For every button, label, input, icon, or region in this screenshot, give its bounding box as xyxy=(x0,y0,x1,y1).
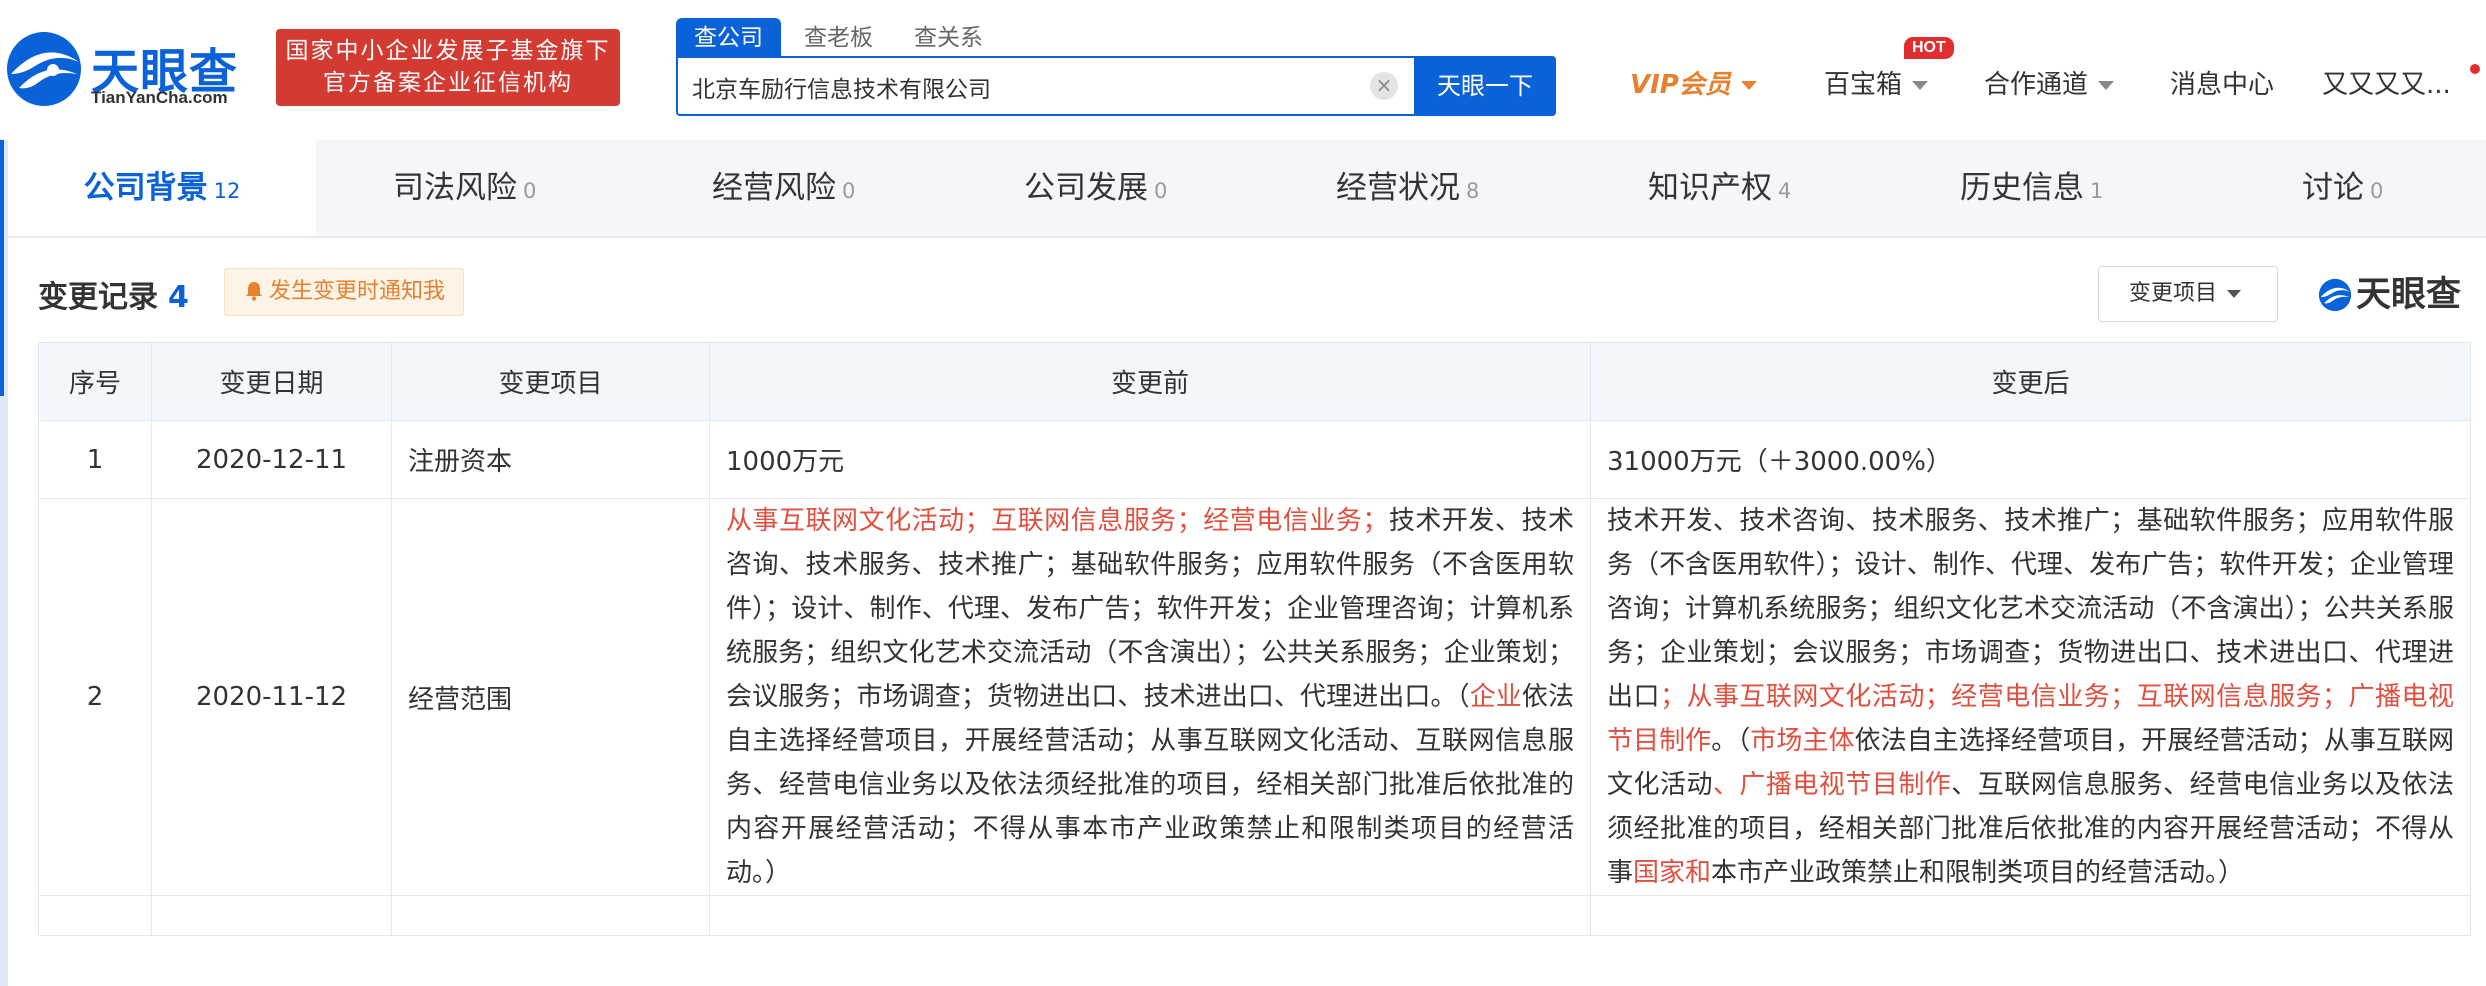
tab-label: 公司发展 xyxy=(1024,170,1148,206)
table-row: 1 2020-12-11 注册资本 1000万元 31000万元（＋3000.0… xyxy=(38,420,2471,499)
notification-dot xyxy=(2470,64,2480,74)
table-header-row: 序号 变更日期 变更项目 变更前 变更后 xyxy=(38,342,2471,421)
tab-legal-risk[interactable]: 司法风险 0 xyxy=(393,140,536,236)
tab-operation-risk[interactable]: 经营风险 0 xyxy=(712,140,855,236)
cooperation-label: 合作通道 xyxy=(1984,70,2089,100)
cell-index: 1 xyxy=(38,420,152,499)
tab-count: 0 xyxy=(842,179,856,203)
chevron-down-icon xyxy=(2227,290,2242,298)
chevron-down-icon xyxy=(1740,81,1757,90)
notify-label: 发生变更时通知我 xyxy=(269,279,446,304)
scope-text: 本市产业政策禁止和限制类项目的经营活动。） xyxy=(1711,858,2245,888)
scope-text: 技术开发、技术咨询、技术服务、技术推广；基础软件服务；应用软件服务（不含医用软件… xyxy=(726,506,1574,712)
tab-history[interactable]: 历史信息 1 xyxy=(1960,140,2103,236)
tab-count: 0 xyxy=(1154,179,1168,203)
tab-label: 公司背景 xyxy=(83,170,208,206)
treasure-box-label: 百宝箱 xyxy=(1824,70,1903,100)
clear-icon[interactable]: × xyxy=(1370,72,1398,100)
tab-company-development[interactable]: 公司发展 0 xyxy=(1024,140,1167,236)
search-tab-company[interactable]: 查公司 xyxy=(676,18,781,58)
watermark-logo-text: 天眼查 xyxy=(2356,275,2462,315)
tab-discussion[interactable]: 讨论 0 xyxy=(2302,140,2383,236)
search-input[interactable] xyxy=(692,70,1342,104)
top-header: 天眼查 TianYanCha.com 国家中小企业发展子基金旗下 官方备案企业征… xyxy=(0,0,2486,140)
cell-before: 1000万元 xyxy=(709,420,1591,499)
search-box: × 天眼一下 xyxy=(676,56,1556,116)
cell-empty xyxy=(709,895,1591,936)
gov-credit-badge: 国家中小企业发展子基金旗下 官方备案企业征信机构 xyxy=(276,29,620,106)
col-header-before: 变更前 xyxy=(709,342,1591,421)
tab-count: 8 xyxy=(1466,179,1480,203)
change-record-table: 序号 变更日期 变更项目 变更前 变更后 1 2020-12-11 注册资本 1… xyxy=(38,342,2471,936)
tab-count: 1 xyxy=(2090,179,2104,203)
eye-logo-icon xyxy=(2318,278,2352,312)
cooperation-menu[interactable]: 合作通道 xyxy=(1984,64,2115,101)
highlight-added: 市场主体 xyxy=(1750,726,1855,756)
tab-intellectual-property[interactable]: 知识产权 4 xyxy=(1648,140,1791,236)
section-title: 变更记录 4 xyxy=(38,272,189,316)
col-header-item: 变更项目 xyxy=(391,342,710,421)
col-header-index: 序号 xyxy=(38,342,152,421)
cell-empty xyxy=(391,895,710,936)
tab-count: 0 xyxy=(523,179,537,203)
tianyancha-logo[interactable]: 天眼查 TianYanCha.com xyxy=(5,28,255,108)
section-count: 4 xyxy=(168,280,189,315)
left-accent-fill xyxy=(0,140,4,396)
section-title-text: 变更记录 xyxy=(38,280,158,315)
highlight-removed: 从事互联网文化活动；互联网信息服务；经营电信业务； xyxy=(726,506,1389,536)
tab-label: 讨论 xyxy=(2302,170,2364,206)
search-tab-relation[interactable]: 查关系 xyxy=(914,18,983,58)
company-section-tabs: 公司背景 12 司法风险 0 经营风险 0 公司发展 0 经营状况 8 知识产权 4 历史信… xyxy=(8,140,2486,238)
notify-on-change-button[interactable]: 发生变更时通知我 xyxy=(224,268,465,316)
vip-menu[interactable]: VIP会员 xyxy=(1630,64,1757,101)
tab-label: 知识产权 xyxy=(1648,170,1772,206)
cell-before: 从事互联网文化活动；互联网信息服务；经营电信业务；技术开发、技术咨询、技术服务、… xyxy=(709,498,1591,896)
filter-label: 变更项目 xyxy=(2129,281,2218,306)
vip-label: VIP会员 xyxy=(1630,70,1731,100)
cell-date: 2020-12-11 xyxy=(151,420,392,499)
col-header-after: 变更后 xyxy=(1590,342,2471,421)
change-item-filter-dropdown[interactable]: 变更项目 xyxy=(2098,266,2278,322)
hot-badge: HOT xyxy=(1904,37,1954,59)
cell-after: 31000万元（＋3000.00%） xyxy=(1590,420,2471,499)
chevron-down-icon xyxy=(1912,81,1929,90)
cell-item: 经营范围 xyxy=(391,498,710,896)
tab-label: 历史信息 xyxy=(1960,170,2084,206)
gov-badge-line2: 官方备案企业征信机构 xyxy=(323,70,573,96)
highlight-added: 、广播电视节目制作 xyxy=(1712,770,1952,800)
cell-empty xyxy=(38,895,152,936)
highlight-removed: 企业 xyxy=(1469,682,1522,712)
tab-count: 12 xyxy=(213,179,241,203)
tab-label: 经营状况 xyxy=(1336,170,1460,206)
col-header-date: 变更日期 xyxy=(151,342,392,421)
left-accent-bar xyxy=(0,140,8,986)
tab-label: 经营风险 xyxy=(712,170,836,206)
search-button[interactable]: 天眼一下 xyxy=(1414,56,1556,116)
cell-empty xyxy=(151,895,392,936)
highlight-added: 国家和 xyxy=(1633,858,1712,888)
cell-after: 技术开发、技术咨询、技术服务、技术推广；基础软件服务；应用软件服务（不含医用软件… xyxy=(1590,498,2471,896)
tab-count: 4 xyxy=(1778,179,1792,203)
scope-text: 。（ xyxy=(1711,726,1751,756)
cell-empty xyxy=(1590,895,2471,936)
scope-text: 依法自主选择经营项目，开展经营活动；从事互联网文化活动、互联网信息服务、经营电信… xyxy=(726,682,1574,888)
eye-logo-icon xyxy=(7,32,81,106)
treasure-box-menu[interactable]: 百宝箱 xyxy=(1824,64,1929,101)
cell-date: 2020-11-12 xyxy=(151,498,392,896)
logo-domain: TianYanCha.com xyxy=(91,88,228,107)
chevron-down-icon xyxy=(2098,81,2115,90)
cell-index: 2 xyxy=(38,498,152,896)
tab-business-status[interactable]: 经营状况 8 xyxy=(1336,140,1479,236)
bell-icon xyxy=(246,282,262,301)
table-row-partial xyxy=(38,895,2471,936)
tab-company-background[interactable]: 公司背景 12 xyxy=(8,140,316,236)
cell-item: 注册资本 xyxy=(391,420,710,499)
gov-badge-line1: 国家中小企业发展子基金旗下 xyxy=(285,38,611,64)
table-row: 2 2020-11-12 经营范围 从事互联网文化活动；互联网信息服务；经营电信… xyxy=(38,498,2471,896)
tab-count: 0 xyxy=(2370,179,2384,203)
message-center-link[interactable]: 消息中心 xyxy=(2170,64,2274,101)
tab-label: 司法风险 xyxy=(393,170,517,206)
user-menu[interactable]: 又又又又... xyxy=(2322,64,2451,101)
search-tab-boss[interactable]: 查老板 xyxy=(804,18,873,58)
